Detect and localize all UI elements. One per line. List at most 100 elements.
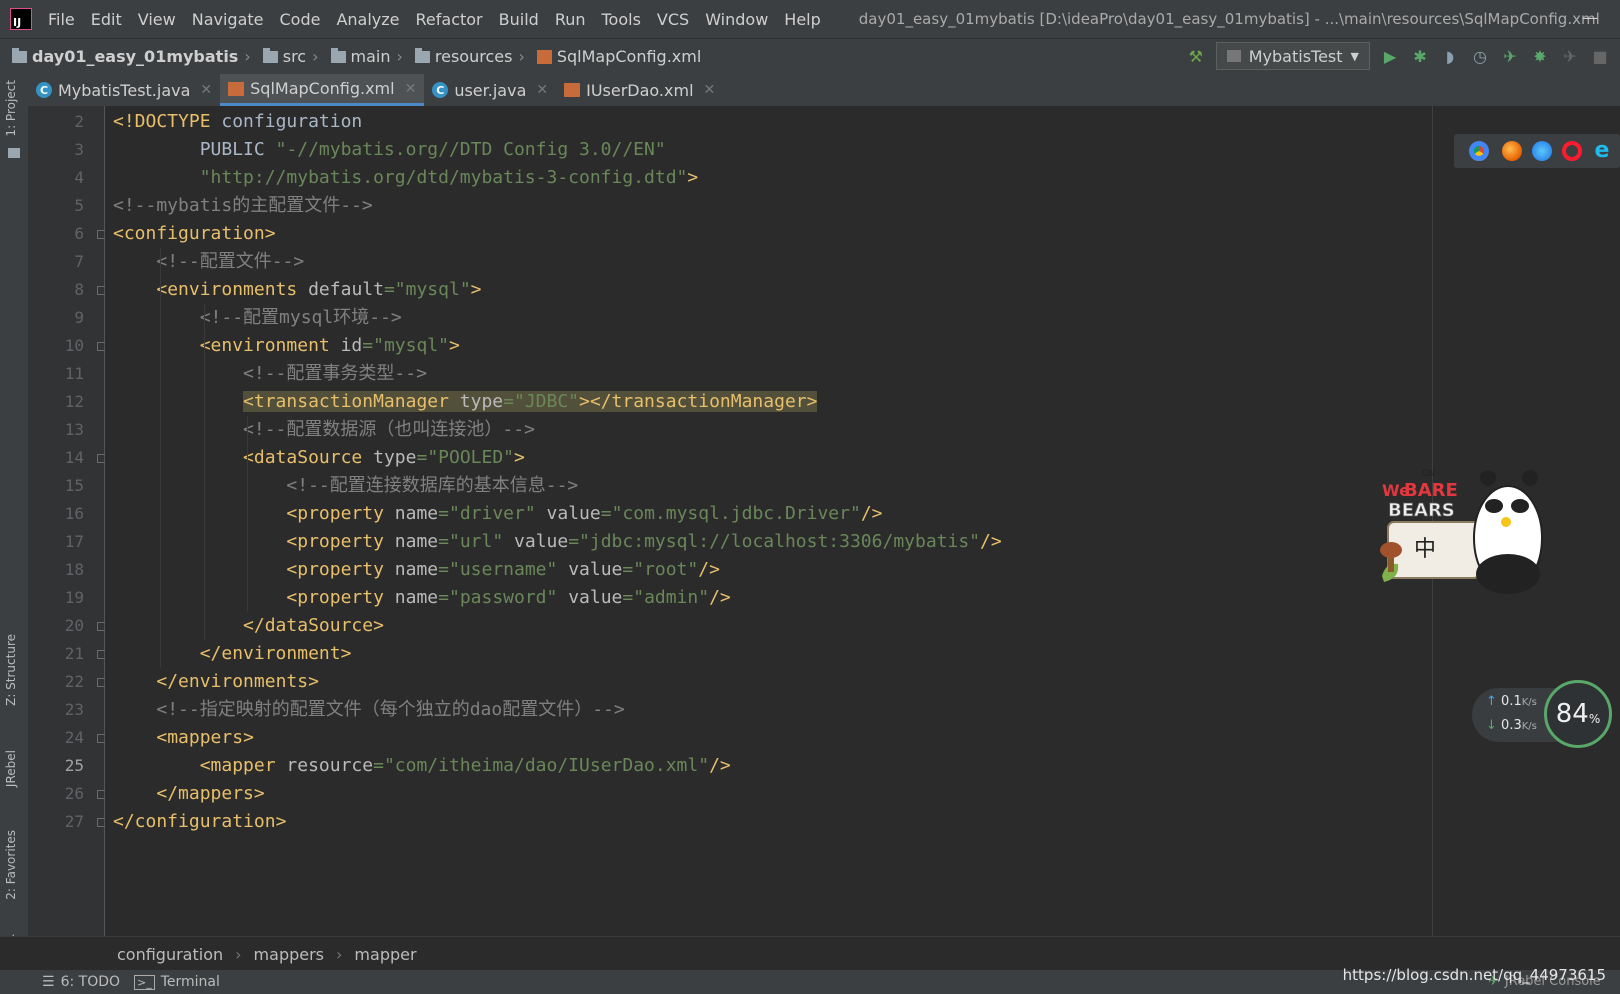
menu-analyze[interactable]: Analyze — [328, 10, 407, 29]
build-hammer-icon[interactable]: ⚒ — [1186, 46, 1206, 66]
code-line: <property name="password" value="admin"/… — [286, 587, 731, 608]
menu-view[interactable]: View — [130, 10, 184, 29]
intellij-logo-icon: IJ — [10, 8, 32, 30]
menu-run[interactable]: Run — [547, 10, 594, 29]
safari-icon[interactable] — [1532, 141, 1552, 161]
code-line: <!--配置连接数据库的基本信息--> — [286, 475, 579, 496]
line-number: 9 — [74, 308, 84, 327]
line-number: 12 — [64, 392, 84, 411]
chevron-right-icon: › — [235, 944, 242, 964]
jrebel-update-icon[interactable]: ✈ — [1560, 46, 1580, 66]
menu-navigate[interactable]: Navigate — [184, 10, 272, 29]
project-tool-button[interactable]: 1: Project — [4, 80, 18, 137]
breadcrumb-file[interactable]: SqlMapConfig.xml — [525, 47, 701, 66]
network-speed-widget: ↑ 0.1K/s ↓ 0.3K/s 84% — [1472, 678, 1620, 752]
code-line: <environments default="mysql"> — [156, 279, 482, 300]
jrebel-tool-button[interactable]: JRebel — [4, 750, 18, 787]
opera-icon[interactable] — [1562, 141, 1582, 161]
java-class-icon: C — [36, 82, 52, 98]
code-line: <environment id="mysql"> — [199, 335, 460, 356]
line-number: 27 — [64, 812, 84, 831]
tab-user-java[interactable]: C user.java ✕ — [424, 74, 556, 106]
terminal-tool-button[interactable]: >_ Terminal — [134, 974, 220, 990]
line-number: 15 — [64, 476, 84, 495]
minimize-button[interactable]: — — [1582, 8, 1598, 27]
stop-icon[interactable]: ■ — [1590, 46, 1610, 66]
run-icon[interactable]: ▶ — [1380, 46, 1400, 66]
code-line: <configuration> — [113, 223, 276, 244]
coverage-icon[interactable]: ◗ — [1440, 46, 1460, 66]
crumb-configuration[interactable]: configuration — [117, 945, 223, 964]
run-toolbar: ⚒ MybatisTest ▼ ▶ ✱ ◗ ◷ ✈ ✸ ✈ ■ — [1186, 42, 1610, 70]
tab-iuserdao-xml[interactable]: IUserDao.xml ✕ — [556, 74, 723, 106]
jrebel-debug-icon[interactable]: ✸ — [1530, 46, 1550, 66]
chevron-right-icon: › — [336, 944, 343, 964]
window-title: day01_easy_01mybatis [D:\ideaPro\day01_e… — [858, 10, 1600, 28]
close-icon[interactable]: ✕ — [704, 82, 716, 98]
menu-file[interactable]: File — [40, 10, 83, 29]
folder-icon — [262, 47, 278, 63]
firefox-icon[interactable] — [1502, 141, 1522, 161]
menu-edit[interactable]: Edit — [83, 10, 130, 29]
cpu-gauge[interactable]: 84% — [1544, 680, 1612, 748]
folder-icon — [12, 47, 27, 63]
resources-folder-icon — [414, 47, 430, 63]
sticker-bears: BEARS — [1388, 500, 1455, 521]
breadcrumb-main[interactable]: main › — [319, 47, 403, 66]
line-number: 19 — [64, 588, 84, 607]
favorites-tool-button[interactable]: 2: Favorites — [4, 830, 18, 900]
run-configuration-select[interactable]: MybatisTest ▼ — [1215, 42, 1370, 70]
line-number-gutter[interactable]: 2 3 4 5 6 7 8 9 10 11 12 13 14 15 16 17 18 19 20 21 22 23 24 25… — [29, 106, 106, 936]
download-speed: ↓ 0.3K/s — [1486, 718, 1537, 733]
line-number: 16 — [64, 504, 84, 523]
line-number: 11 — [64, 364, 84, 383]
arrow-down-icon: ↓ — [1486, 718, 1497, 733]
cn-logo: CN — [1422, 469, 1435, 479]
tab-mybatistest-java[interactable]: C MybatisTest.java ✕ — [28, 74, 220, 106]
menu-build[interactable]: Build — [491, 10, 547, 29]
code-line: <!--配置数据源（也叫连接池）--> — [243, 419, 535, 440]
crumb-mapper[interactable]: mapper — [354, 945, 416, 964]
jrebel-run-icon[interactable]: ✈ — [1500, 46, 1520, 66]
indent-guide — [247, 416, 249, 612]
terminal-icon: >_ — [134, 974, 155, 990]
code-line: <!--配置文件--> — [156, 251, 305, 272]
left-tool-strip: 1: Project Z: Structure JRebel 2: Favori… — [0, 74, 29, 994]
menu-tools[interactable]: Tools — [594, 10, 649, 29]
line-number: 21 — [64, 644, 84, 663]
debug-icon[interactable]: ✱ — [1410, 46, 1430, 66]
menu-window[interactable]: Window — [697, 10, 776, 29]
list-icon: ☰ — [42, 974, 55, 990]
close-icon[interactable]: ✕ — [536, 82, 548, 98]
ie-icon[interactable]: e — [1592, 140, 1612, 162]
code-line: PUBLIC "-//mybatis.org//DTD Config 3.0//… — [113, 139, 666, 160]
tab-sqlmapconfig-xml[interactable]: SqlMapConfig.xml ✕ — [220, 74, 425, 106]
code-line: <transactionManager type="JDBC"></transa… — [243, 391, 818, 412]
close-icon[interactable]: ✕ — [405, 81, 417, 97]
line-number: 7 — [74, 252, 84, 271]
close-icon[interactable]: ✕ — [200, 82, 212, 98]
profile-icon[interactable]: ◷ — [1470, 46, 1490, 66]
todo-tool-button[interactable]: ☰ 6: TODO — [42, 974, 120, 990]
menu-code[interactable]: Code — [272, 10, 329, 29]
code-line: </environment> — [199, 643, 352, 664]
menu-refactor[interactable]: Refactor — [408, 10, 491, 29]
code-line: </environments> — [156, 671, 319, 692]
breadcrumb-resources[interactable]: resources › — [403, 47, 525, 66]
folder-icon — [330, 47, 346, 63]
indent-guide — [160, 248, 162, 668]
chrome-icon[interactable] — [1466, 138, 1492, 164]
breadcrumb-project[interactable]: day01_easy_01mybatis › — [0, 47, 251, 66]
navigation-bar: day01_easy_01mybatis › src › main › resourc… — [0, 38, 1620, 75]
structure-tool-button[interactable]: Z: Structure — [4, 634, 18, 706]
line-number: 5 — [74, 196, 84, 215]
menu-vcs[interactable]: VCS — [649, 10, 697, 29]
code-line: <!DOCTYPE configuration — [113, 111, 363, 132]
breadcrumb-src[interactable]: src › — [251, 47, 319, 66]
line-number: 22 — [64, 672, 84, 691]
line-number: 8 — [74, 280, 84, 299]
line-number: 24 — [64, 728, 84, 747]
crumb-mappers[interactable]: mappers — [254, 945, 324, 964]
menu-help[interactable]: Help — [776, 10, 828, 29]
code-line: </configuration> — [113, 811, 287, 832]
